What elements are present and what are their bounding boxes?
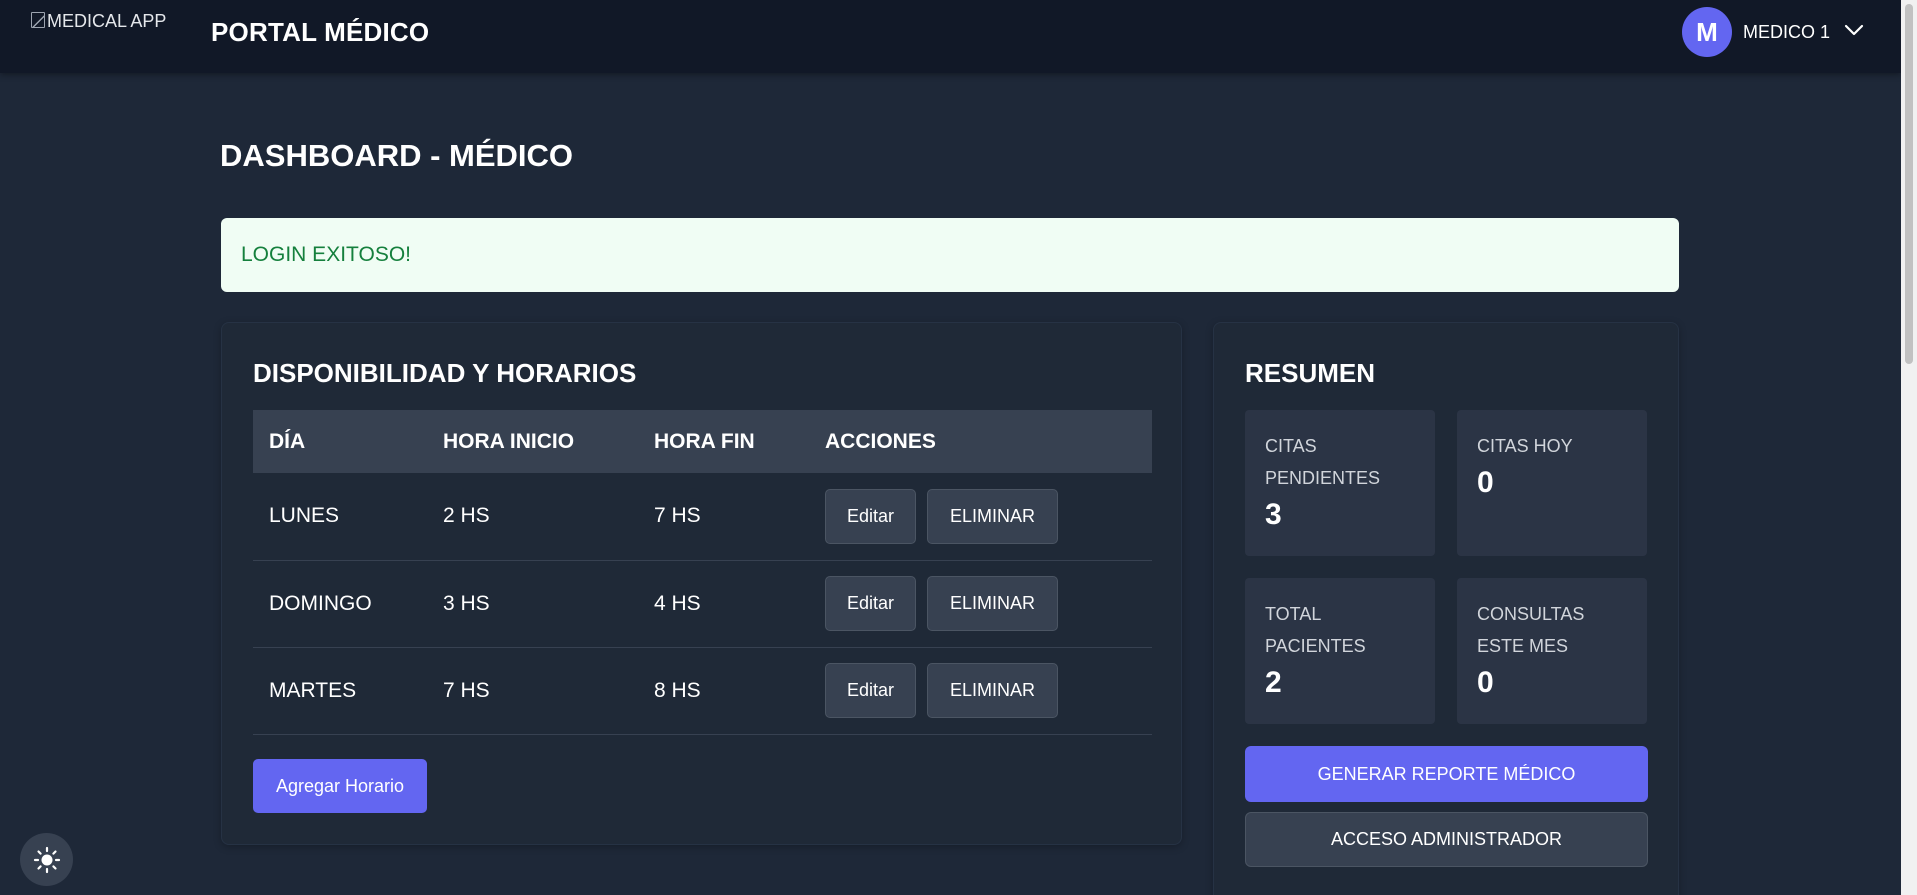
cell-actions: Editar ELIMINAR [809,560,1152,648]
admin-access-button[interactable]: ACCESO ADMINISTRADOR [1245,812,1648,867]
broken-image-icon [31,12,45,28]
column-header-start: HORA INICIO [427,410,638,473]
table-row: DOMINGO 3 HS 4 HS Editar ELIMINAR [253,560,1152,648]
page-title: DASHBOARD - MÉDICO [220,138,574,173]
user-name[interactable]: MEDICO 1 [1743,22,1830,43]
cell-actions: Editar ELIMINAR [809,473,1152,561]
sun-icon [33,846,60,873]
stat-label: CITAS HOY [1477,436,1573,456]
chevron-down-icon[interactable] [1843,22,1865,38]
stat-label: CITAS PENDIENTES [1265,436,1381,488]
alert-message: LOGIN EXITOSO! [241,243,411,266]
stat-consultations-month: CONSULTAS ESTE MES 0 [1457,578,1647,724]
summary-title: RESUMEN [1245,358,1376,388]
cell-start: 2 HS [427,473,638,561]
table-header-row: DÍA HORA INICIO HORA FIN ACCIONES [253,410,1152,473]
cell-day: MARTES [253,647,427,735]
column-header-end: HORA FIN [638,410,809,473]
cell-end: 4 HS [638,560,809,648]
cell-start: 3 HS [427,560,638,648]
schedule-title: DISPONIBILIDAD Y HORARIOS [253,358,637,388]
page-scrollbar[interactable] [1901,0,1917,895]
table-row: LUNES 2 HS 7 HS Editar ELIMINAR [253,473,1152,561]
stat-value: 3 [1265,498,1282,531]
stat-label: TOTAL PACIENTES [1265,604,1366,656]
theme-toggle-button[interactable] [20,833,73,886]
stat-value: 2 [1265,666,1282,699]
column-header-day: DÍA [253,410,427,473]
stat-value: 0 [1477,466,1494,499]
cell-day: LUNES [253,473,427,561]
table-row: MARTES 7 HS 8 HS Editar ELIMINAR [253,647,1152,735]
summary-card: RESUMEN CITAS PENDIENTES 3 CITAS HOY 0 T… [1213,322,1679,895]
generate-report-button[interactable]: GENERAR REPORTE MÉDICO [1245,746,1648,802]
success-alert: LOGIN EXITOSO! [221,218,1679,292]
column-header-actions: ACCIONES [809,410,1152,473]
brand-title[interactable]: PORTAL MÉDICO [211,17,429,48]
schedule-table: DÍA HORA INICIO HORA FIN ACCIONES LUNES … [253,410,1152,735]
stat-pending-appointments: CITAS PENDIENTES 3 [1245,410,1435,556]
schedule-card: DISPONIBILIDAD Y HORARIOS DÍA HORA INICI… [221,322,1182,845]
stat-appointments-today: CITAS HOY 0 [1457,410,1647,556]
stat-value: 0 [1477,666,1494,699]
delete-button[interactable]: ELIMINAR [927,488,1058,544]
cell-start: 7 HS [427,647,638,735]
cell-actions: Editar ELIMINAR [809,647,1152,735]
edit-button[interactable]: Editar [825,488,916,544]
logo[interactable]: MEDICAL APP [31,11,166,32]
edit-button[interactable]: Editar [825,576,916,631]
cell-day: DOMINGO [253,560,427,648]
avatar[interactable]: M [1682,7,1732,57]
cell-end: 7 HS [638,473,809,561]
delete-button[interactable]: ELIMINAR [927,663,1058,718]
add-schedule-button[interactable]: Agregar Horario [253,759,427,813]
delete-button[interactable]: ELIMINAR [927,576,1058,631]
stat-label: CONSULTAS ESTE MES [1477,604,1585,656]
logo-alt-text: MEDICAL APP [47,11,167,31]
stat-total-patients: TOTAL PACIENTES 2 [1245,578,1435,724]
edit-button[interactable]: Editar [825,663,916,718]
cell-end: 8 HS [638,647,809,735]
top-navbar: MEDICAL APP PORTAL MÉDICO M MEDICO 1 [0,0,1901,73]
scrollbar-thumb[interactable] [1905,4,1913,364]
